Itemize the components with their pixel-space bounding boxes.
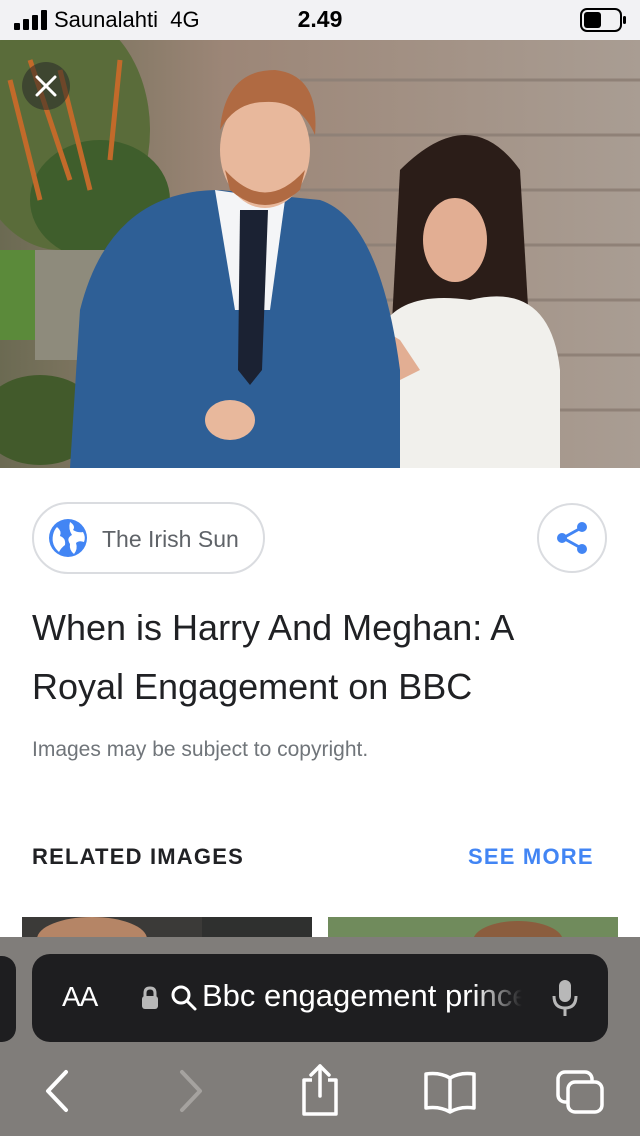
globe-icon	[49, 519, 87, 557]
related-images-heading: RELATED IMAGES	[32, 844, 244, 869]
source-name: The Irish Sun	[102, 526, 239, 552]
carrier-label: Saunalahti 4G	[54, 7, 200, 32]
copyright-notice: Images may be subject to copyright.	[32, 738, 369, 761]
close-button[interactable]	[22, 62, 70, 110]
lock-icon	[142, 986, 158, 1009]
clock: 2.49	[297, 6, 343, 32]
signal-strength-icon	[14, 10, 47, 30]
forward-arrow-icon[interactable]	[170, 1068, 210, 1114]
previous-tab-edge[interactable]	[0, 956, 16, 1042]
address-bar[interactable]: AA Bbc engagement prince	[32, 954, 608, 1042]
status-bar: Saunalahti 4G 2.49	[0, 0, 640, 40]
microphone-icon[interactable]	[551, 978, 579, 1018]
back-arrow-icon[interactable]	[38, 1068, 78, 1114]
url-field[interactable]: Bbc engagement prince	[202, 978, 522, 1014]
text-size-button[interactable]: AA	[62, 981, 98, 1013]
search-icon	[171, 985, 197, 1011]
bookmarks-icon[interactable]	[422, 1070, 478, 1114]
tabs-icon[interactable]	[554, 1068, 606, 1116]
hero-image[interactable]	[0, 40, 640, 468]
share-button[interactable]	[537, 503, 607, 573]
title-line-1: When is Harry And Meghan: A	[32, 607, 515, 648]
title-line-2: Royal Engagement on BBC	[32, 666, 473, 707]
battery-icon	[580, 8, 626, 32]
close-icon	[35, 75, 57, 97]
share-sheet-icon[interactable]	[296, 1062, 344, 1118]
share-icon	[557, 522, 587, 554]
see-more-link[interactable]: SEE MORE	[468, 844, 594, 870]
engagement-photo	[0, 40, 640, 468]
image-title[interactable]: When is Harry And Meghan: A Royal Engage…	[32, 598, 612, 716]
source-chip[interactable]: The Irish Sun	[32, 502, 265, 574]
